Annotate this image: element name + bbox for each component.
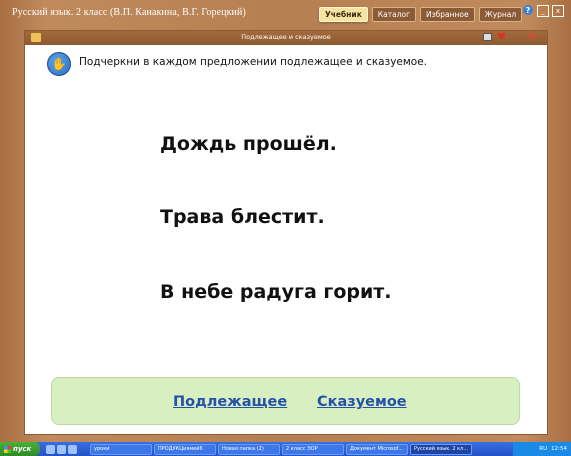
tab-favorites[interactable]: Избранное: [420, 7, 475, 22]
lesson-header-bar: Подлежащее и сказуемое ♥ ✕: [25, 31, 547, 45]
hand-icon: ✋: [47, 52, 71, 76]
tab-catalog[interactable]: Каталог: [371, 7, 417, 22]
instruction-text: Подчеркни в каждом предложении подлежаще…: [79, 56, 428, 68]
answer-options-box: Подлежащее Сказуемое: [51, 377, 520, 425]
sentence-2[interactable]: Трава блестит.: [160, 206, 325, 228]
task-button-active[interactable]: Русский язык. 2 кл...: [410, 443, 472, 455]
print-icon[interactable]: [483, 33, 492, 41]
predicate-link[interactable]: Сказуемое: [317, 394, 407, 410]
close-window-button[interactable]: x: [552, 5, 564, 17]
tab-textbook[interactable]: Учебник: [319, 7, 368, 22]
task-button[interactable]: Новая папка (2): [218, 443, 280, 455]
app-window: Русский язык. 2 класс (В.П. Канакина, В.…: [0, 0, 571, 442]
quicklaunch-icon[interactable]: [46, 444, 55, 454]
language-indicator[interactable]: RU: [539, 446, 547, 452]
task-button[interactable]: 2 класс ЭОР: [282, 443, 344, 455]
start-label: пуск: [13, 445, 32, 453]
close-lesson-icon[interactable]: ✕: [528, 31, 536, 45]
quicklaunch-icon[interactable]: [57, 444, 66, 454]
task-list: уроки ПРОДУКЦиямей6 Новая папка (2) 2 кл…: [90, 443, 472, 455]
help-icon[interactable]: ?: [523, 5, 533, 15]
clock: 12:54: [551, 446, 567, 452]
task-button[interactable]: уроки: [90, 443, 152, 455]
lesson-panel: Подлежащее и сказуемое ♥ ✕ ✋ Подчеркни в…: [25, 31, 547, 434]
subject-link[interactable]: Подлежащее: [173, 394, 287, 410]
windows-logo-icon: [4, 445, 11, 453]
system-tray: RU 12:54: [513, 442, 571, 456]
top-nav-tabs: Учебник Каталог Избранное Журнал: [319, 7, 523, 25]
tab-journal[interactable]: Журнал: [478, 7, 523, 22]
start-button[interactable]: пуск: [0, 442, 40, 456]
minimize-button[interactable]: _: [537, 5, 549, 17]
quick-launch: [46, 444, 86, 454]
taskbar: пуск уроки ПРОДУКЦиямей6 Новая папка (2)…: [0, 442, 571, 456]
heart-icon[interactable]: ♥: [497, 31, 506, 45]
task-button[interactable]: Документ Microsof...: [346, 443, 408, 455]
quicklaunch-icon[interactable]: [68, 444, 77, 454]
lesson-title: Подлежащее и сказуемое: [241, 33, 331, 41]
sentence-3[interactable]: В небе радуга горит.: [160, 281, 392, 303]
sentence-1[interactable]: Дождь прошёл.: [160, 133, 337, 155]
task-button[interactable]: ПРОДУКЦиямей6: [154, 443, 216, 455]
window-title: Русский язык. 2 класс (В.П. Канакина, В.…: [12, 7, 246, 18]
